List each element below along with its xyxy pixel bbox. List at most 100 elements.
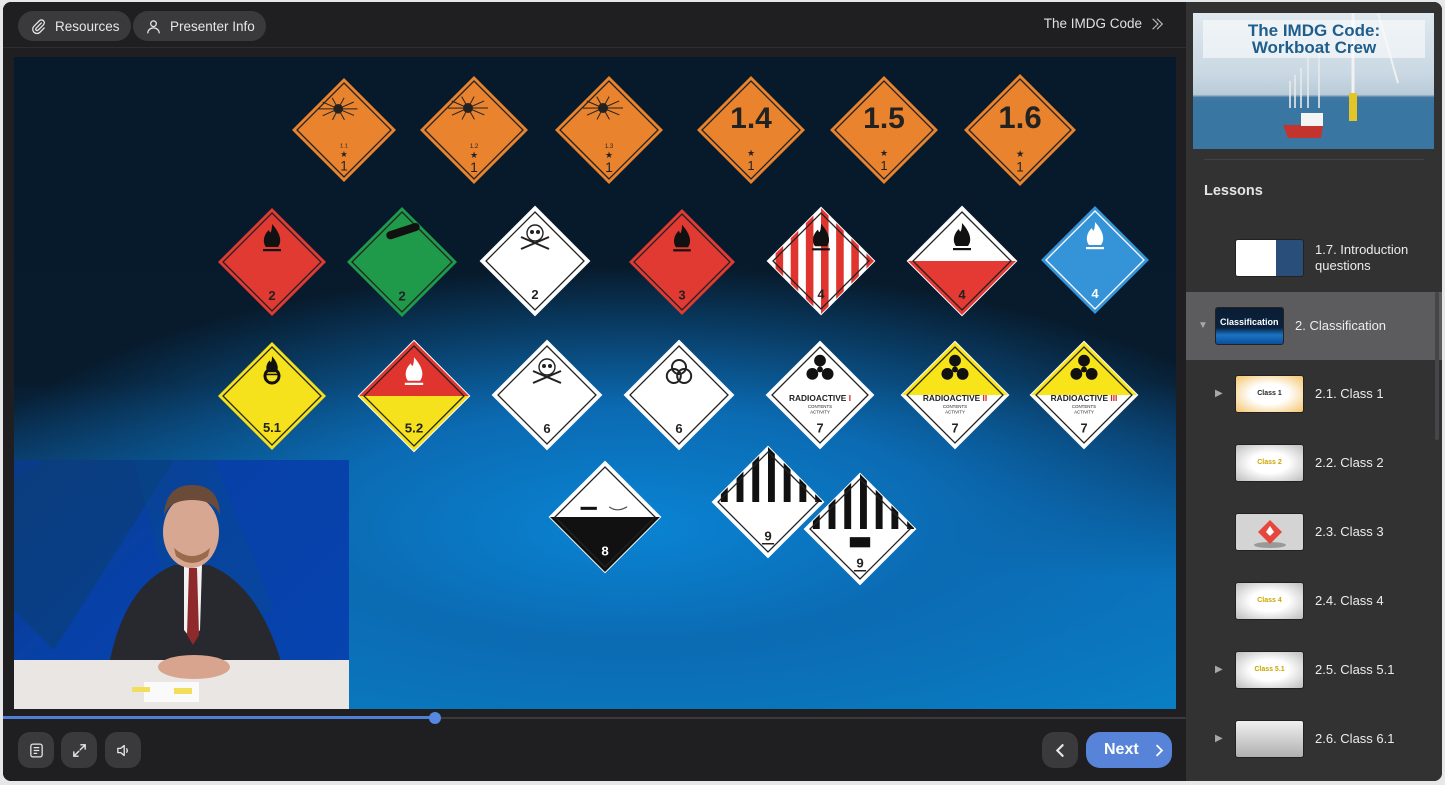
svg-text:2: 2 bbox=[531, 287, 538, 302]
lesson-item[interactable]: ▶ Class 5.1 2.5. Class 5.1 bbox=[1186, 636, 1442, 704]
sidebar-scrollbar[interactable] bbox=[1435, 292, 1439, 440]
lesson-item[interactable]: Class 2 2.2. Class 2 bbox=[1186, 429, 1442, 497]
lesson-label: 1.7. Introduction questions bbox=[1315, 242, 1409, 273]
flame-diamond-icon bbox=[1254, 520, 1286, 548]
placard-class-7I: RADIOACTIVE ICONTENTSACTIVITY 7 bbox=[765, 340, 875, 450]
resources-label: Resources bbox=[55, 18, 120, 34]
expand-arrow-icon[interactable]: ▶ bbox=[1215, 733, 1223, 744]
placard-class-1-6: 1.6 ★1 bbox=[964, 74, 1076, 186]
svg-text:1.6: 1.6 bbox=[998, 100, 1041, 135]
lesson-thumbnail-text: Class 4 bbox=[1257, 597, 1282, 604]
placard-class-8: 8 bbox=[548, 460, 662, 574]
placard-class-7III: RADIOACTIVE IIICONTENTSACTIVITY 7 bbox=[1029, 340, 1139, 450]
svg-text:2: 2 bbox=[398, 289, 405, 304]
breadcrumb-course: The IMDG Code bbox=[1043, 16, 1142, 31]
breadcrumb[interactable]: The IMDG Code bbox=[1044, 16, 1164, 31]
svg-text:★: ★ bbox=[747, 148, 755, 158]
placard-class-2-3: 2 bbox=[479, 205, 591, 317]
svg-text:1: 1 bbox=[340, 158, 348, 173]
placard-class-6-2: 6 bbox=[623, 339, 735, 451]
svg-text:1.4: 1.4 bbox=[730, 102, 772, 135]
lesson-label: 2.3. Class 3 bbox=[1315, 524, 1384, 539]
seek-handle[interactable] bbox=[428, 712, 441, 724]
lesson-thumbnail: Class 4 bbox=[1235, 582, 1304, 620]
placard-class-4-3: 4 bbox=[1041, 206, 1149, 314]
svg-text:9: 9 bbox=[764, 529, 771, 544]
svg-text:1: 1 bbox=[605, 159, 613, 175]
lesson-label: 2.1. Class 1 bbox=[1315, 386, 1384, 401]
top-toolbar: Resources Presenter Info The IMDG Code bbox=[3, 2, 1186, 48]
placard-class-4-2: 4 bbox=[906, 205, 1018, 317]
next-button[interactable]: Next bbox=[1086, 732, 1172, 768]
placard-class-1-3: 1.3★1 bbox=[555, 76, 663, 184]
placard-class-2-1: 2 bbox=[218, 208, 326, 316]
sidebar-divider bbox=[1204, 159, 1424, 160]
double-chevron-right-icon bbox=[1152, 17, 1164, 30]
slide-stage: 1.1 ★ 1 1.2 ★ 1 1.3 ★ 1 1.4 ★ 1 1.5 ★ 1 1.6 ★ 1 2 2 2 3 4 4 4 5.1… bbox=[14, 57, 1176, 709]
svg-text:ACTIVITY: ACTIVITY bbox=[1074, 410, 1094, 415]
presenter-info-button[interactable]: Presenter Info bbox=[133, 11, 266, 41]
expand-arrow-icon[interactable]: ▶ bbox=[1215, 664, 1223, 675]
svg-text:7: 7 bbox=[816, 420, 823, 435]
svg-text:CONTENTS: CONTENTS bbox=[943, 404, 967, 409]
lesson-label: 2.4. Class 4 bbox=[1315, 593, 1384, 608]
svg-text:5.2: 5.2 bbox=[405, 421, 423, 436]
chevron-right-icon bbox=[1155, 744, 1163, 756]
fullscreen-button[interactable] bbox=[61, 732, 97, 768]
previous-button[interactable] bbox=[1042, 732, 1078, 768]
svg-text:★: ★ bbox=[880, 148, 888, 158]
collapse-arrow-icon[interactable]: ▼ bbox=[1198, 320, 1208, 331]
lesson-item[interactable]: Class 4 2.4. Class 4 bbox=[1186, 567, 1442, 635]
lesson-item[interactable]: ▶ 2.6. Class 6.1 bbox=[1186, 705, 1442, 773]
lesson-thumbnail bbox=[1235, 513, 1304, 551]
chevron-left-icon bbox=[1055, 743, 1064, 757]
presenter-video[interactable] bbox=[14, 460, 349, 709]
lesson-item[interactable]: ▼ Classification 2. Classification bbox=[1186, 292, 1442, 360]
placard-class-2-2: 2 bbox=[347, 207, 457, 317]
lessons-heading: Lessons bbox=[1204, 183, 1263, 199]
svg-text:RADIOACTIVE III: RADIOACTIVE III bbox=[1051, 393, 1118, 403]
svg-text:2: 2 bbox=[268, 288, 275, 303]
svg-text:7: 7 bbox=[951, 420, 958, 435]
expand-arrow-icon[interactable]: ▶ bbox=[1215, 388, 1223, 399]
svg-text:8: 8 bbox=[601, 544, 608, 559]
course-player: Resources Presenter Info The IMDG Code 1… bbox=[3, 2, 1442, 781]
lesson-item[interactable]: 1.7. Introduction questions bbox=[1186, 224, 1442, 292]
volume-button[interactable] bbox=[105, 732, 141, 768]
course-thumbnail: The IMDG Code: Workboat Crew bbox=[1193, 13, 1434, 149]
seek-progress bbox=[3, 716, 435, 719]
speaker-icon bbox=[116, 744, 128, 756]
svg-text:1: 1 bbox=[470, 159, 478, 175]
lesson-label: 2.2. Class 2 bbox=[1315, 455, 1384, 470]
transcript-button[interactable] bbox=[18, 732, 54, 768]
course-thumbnail-title: The IMDG Code: Workboat Crew bbox=[1203, 20, 1425, 58]
lesson-thumbnail-text: Class 2 bbox=[1257, 459, 1282, 466]
placard-class-4-1: 4 bbox=[766, 206, 876, 316]
lesson-thumbnail bbox=[1235, 720, 1304, 758]
svg-text:5.1: 5.1 bbox=[263, 420, 281, 435]
lesson-thumbnail bbox=[1235, 239, 1304, 277]
resources-button[interactable]: Resources bbox=[18, 11, 131, 41]
svg-text:3: 3 bbox=[678, 287, 685, 302]
lesson-item[interactable]: 2.3. Class 3 bbox=[1186, 498, 1442, 566]
lesson-thumbnail: Class 1 bbox=[1235, 375, 1304, 413]
lesson-item[interactable]: ▶ Class 1 2.1. Class 1 bbox=[1186, 360, 1442, 428]
svg-text:ACTIVITY: ACTIVITY bbox=[810, 410, 830, 415]
lesson-thumbnail-text: Classification bbox=[1220, 317, 1279, 327]
svg-text:1: 1 bbox=[880, 158, 887, 173]
expand-icon bbox=[72, 743, 86, 757]
svg-text:CONTENTS: CONTENTS bbox=[808, 404, 832, 409]
placard-class-1-2: 1.2★1 bbox=[420, 76, 528, 184]
lesson-label: 2.6. Class 6.1 bbox=[1315, 731, 1395, 746]
svg-text:1: 1 bbox=[1016, 159, 1024, 174]
svg-text:9: 9 bbox=[856, 556, 863, 571]
lesson-thumbnail: Class 2 bbox=[1235, 444, 1304, 482]
placard-class-5-2: 5.2 bbox=[357, 339, 471, 453]
placard-class-7II: RADIOACTIVE IICONTENTSACTIVITY 7 bbox=[900, 340, 1010, 450]
svg-text:4: 4 bbox=[817, 286, 825, 301]
lesson-thumbnail: Classification bbox=[1215, 307, 1284, 345]
seek-bar[interactable] bbox=[3, 712, 1186, 724]
svg-text:★: ★ bbox=[1016, 149, 1024, 159]
paperclip-icon bbox=[32, 18, 45, 34]
lesson-thumbnail: Class 5.1 bbox=[1235, 651, 1304, 689]
